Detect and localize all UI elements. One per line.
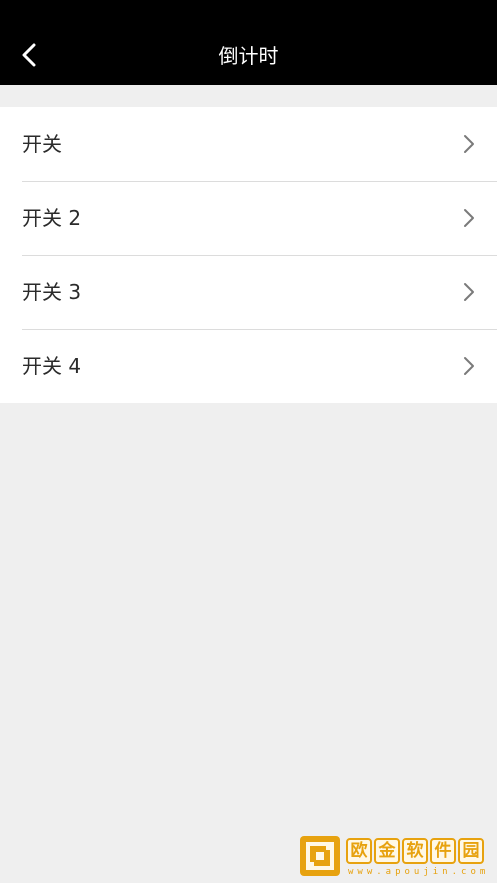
watermark-char: 欧 xyxy=(346,838,372,864)
watermark-logo: 欧 金 软 件 园 www.apoujin.com xyxy=(298,834,493,882)
watermark-chars: 欧 金 软 件 园 xyxy=(346,838,484,864)
list-item-label: 开关 3 xyxy=(22,280,82,304)
screen: 倒计时 开关 开关 2 开关 3 开关 4 欧 金 软 件 园 www.apou… xyxy=(0,0,497,883)
list-item-switch-4[interactable]: 开关 4 xyxy=(0,329,497,403)
watermark-char: 园 xyxy=(458,838,484,864)
list-item-label: 开关 4 xyxy=(22,354,82,378)
list-item-switch-1[interactable]: 开关 xyxy=(0,107,497,181)
page-title: 倒计时 xyxy=(218,44,279,68)
watermark-url: www.apoujin.com xyxy=(348,867,490,877)
chevron-right-icon xyxy=(464,209,474,227)
list-item-label: 开关 2 xyxy=(22,206,82,230)
list-item-switch-2[interactable]: 开关 2 xyxy=(0,181,497,255)
switch-list: 开关 开关 2 开关 3 开关 4 xyxy=(0,107,497,403)
list-item-label: 开关 xyxy=(22,132,62,156)
list-item-switch-3[interactable]: 开关 3 xyxy=(0,255,497,329)
watermark-char: 金 xyxy=(374,838,400,864)
watermark-char: 软 xyxy=(402,838,428,864)
watermark-emblem-icon xyxy=(300,836,340,876)
chevron-right-icon xyxy=(464,135,474,153)
chevron-right-icon xyxy=(464,283,474,301)
navigation-bar: 倒计时 xyxy=(0,0,497,85)
chevron-right-icon xyxy=(464,357,474,375)
watermark-char: 件 xyxy=(430,838,456,864)
